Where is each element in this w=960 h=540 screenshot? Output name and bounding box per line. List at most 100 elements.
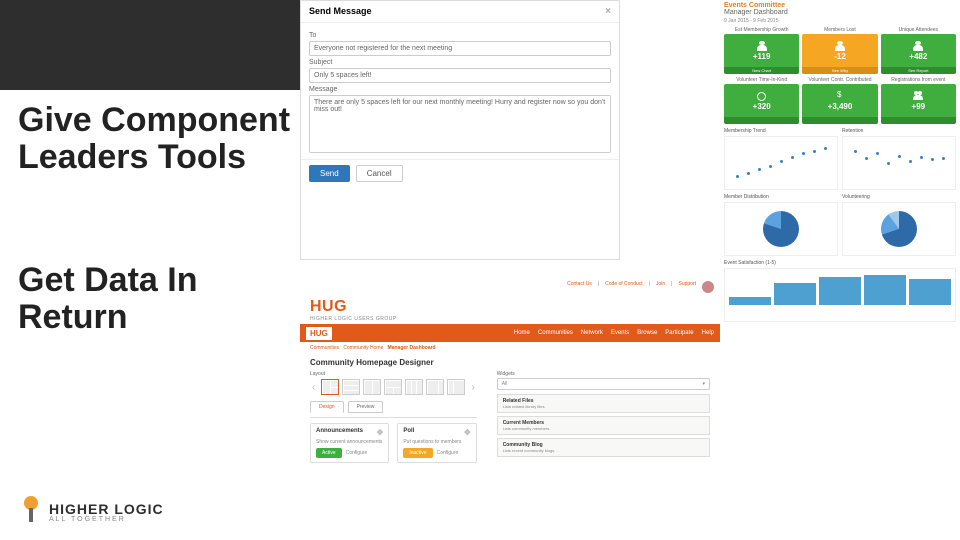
widget-poll[interactable]: Poll✥ Put questions to members Inactive … — [397, 423, 476, 463]
slide-heading-1: Give Component Leaders Tools — [18, 102, 300, 175]
pie-chart-member-dist — [724, 202, 838, 256]
stat-sublink[interactable] — [881, 117, 956, 124]
slide-accent-block — [0, 0, 300, 90]
nav-events[interactable]: Events — [611, 330, 629, 336]
send-button[interactable]: Send — [309, 165, 350, 182]
top-link-conduct[interactable]: Code of Conduct — [605, 281, 643, 293]
layout-option-5[interactable] — [405, 379, 423, 395]
hug-nav: HUG Home Communities Network Events Brow… — [300, 324, 720, 342]
logo-text-sub: ALL TOGETHER — [49, 516, 164, 523]
hug-logo: HUG HIGHER LOGIC USERS GROUP — [300, 296, 720, 324]
nav-browse[interactable]: Browse — [637, 330, 657, 336]
manager-dashboard: Events Committee Manager Dashboard 9 Jan… — [720, 0, 960, 390]
status-active-button[interactable]: Active — [316, 448, 342, 458]
stat-sublink[interactable]: See Why — [802, 67, 877, 74]
layout-thumbs — [321, 379, 465, 395]
layout-option-6[interactable] — [426, 379, 444, 395]
slide-heading-2: Get Data In Return — [18, 262, 300, 335]
layout-option-2[interactable] — [342, 379, 360, 395]
side-widget-current-members[interactable]: Current Members Lists community members. — [497, 416, 710, 435]
stat-value: -12 — [834, 52, 846, 61]
to-field[interactable]: Everyone not registered for the next mee… — [309, 41, 611, 56]
layout-option-4[interactable] — [384, 379, 402, 395]
breadcrumb: Communities Community Home Manager Dashb… — [300, 342, 720, 354]
tab-design[interactable]: Design — [310, 401, 344, 413]
nav-communities[interactable]: Communities — [538, 330, 573, 336]
message-field[interactable]: There are only 5 spaces left for our nex… — [309, 95, 611, 153]
layout-option-3[interactable] — [363, 379, 381, 395]
message-label: Message — [309, 86, 611, 93]
clock-icon — [757, 92, 766, 101]
cancel-button[interactable]: Cancel — [356, 165, 403, 182]
stat-card[interactable]: Volunteer Contr. Contributed +3,490 — [802, 77, 877, 124]
tab-preview[interactable]: Preview — [348, 401, 384, 413]
layout-option-1[interactable] — [321, 379, 339, 395]
dashboard-date-range: 9 Jan 2015 - 9 Feb 2015 — [724, 18, 956, 24]
stat-value: +3,490 — [828, 102, 853, 111]
top-link-support[interactable]: Support — [678, 281, 696, 293]
widget-announcements-title: Announcements — [316, 428, 363, 437]
to-label: To — [309, 32, 611, 39]
stat-label: Volunteer Time-In-Kind — [724, 77, 799, 83]
widgets-filter-value: All — [502, 381, 508, 387]
chevron-right-icon[interactable]: › — [469, 382, 476, 393]
stat-card[interactable]: Est Membership Growth +119 New Chart — [724, 27, 799, 74]
layout-option-7[interactable] — [447, 379, 465, 395]
status-inactive-button[interactable]: Inactive — [403, 448, 432, 458]
stat-sublink[interactable]: See Report — [881, 67, 956, 74]
close-icon[interactable]: × — [605, 6, 611, 17]
nav-home[interactable]: Home — [514, 330, 530, 336]
stat-card[interactable]: Members Lost -12 See Why — [802, 27, 877, 74]
widgets-label: Widgets — [497, 371, 710, 377]
top-link-join[interactable]: Join — [656, 281, 665, 293]
person-icon — [757, 41, 767, 51]
line-chart-1-title: Membership Trend — [724, 128, 838, 134]
widget-announcements-desc: Show current announcements — [316, 439, 383, 445]
stat-card[interactable]: Volunteer Time-In-Kind+320 — [724, 77, 799, 124]
configure-link[interactable]: Configure — [437, 450, 459, 456]
line-chart-retention — [842, 136, 956, 190]
pie-chart-volunteering — [842, 202, 956, 256]
line-chart-membership — [724, 136, 838, 190]
chevron-down-icon: ▾ — [702, 381, 705, 387]
widgets-filter-select[interactable]: All ▾ — [497, 378, 710, 390]
widget-announcements[interactable]: Announcements ✥ Show current announcement… — [310, 423, 389, 463]
top-link-contact[interactable]: Contact Us — [567, 281, 592, 293]
subject-field[interactable]: Only 5 spaces left! — [309, 68, 611, 83]
stat-value: +482 — [909, 52, 927, 61]
nav-brand[interactable]: HUG — [306, 327, 332, 340]
widget-poll-desc: Put questions to members — [403, 439, 470, 445]
dashboard-title: Events Committee — [724, 2, 956, 9]
stat-sublink[interactable]: New Chart — [724, 67, 799, 74]
side-widget-community-blog[interactable]: Community Blog Lists recent community bl… — [497, 438, 710, 457]
crumb-communities[interactable]: Communities — [310, 345, 339, 351]
nav-network[interactable]: Network — [581, 330, 603, 336]
modal-title: Send Message — [309, 6, 372, 17]
stat-sublink[interactable] — [802, 117, 877, 124]
stat-label: Members Lost — [802, 27, 877, 33]
stat-card[interactable]: Registrations from event+99 — [881, 77, 956, 124]
dashboard-subtitle: Manager Dashboard — [724, 9, 956, 16]
avatar[interactable] — [702, 281, 714, 293]
crumb-home[interactable]: Community Home — [343, 345, 383, 351]
hug-logo-text: HUG — [310, 298, 710, 316]
nav-help[interactable]: Help — [702, 330, 714, 336]
dollar-icon — [835, 91, 845, 101]
move-icon[interactable]: ✥ — [377, 428, 384, 437]
nav-participate[interactable]: Participate — [665, 330, 693, 336]
hug-top-links: Contact Us| Code of Conduct| Join| Suppo… — [300, 278, 720, 296]
stat-value: +119 — [753, 52, 771, 61]
crumb-dashboard[interactable]: Manager Dashboard — [388, 345, 436, 351]
stat-card[interactable]: Unique Attendees +482 See Report — [881, 27, 956, 74]
stat-sublink[interactable] — [724, 117, 799, 124]
side-widget-related-files[interactable]: Related Files Lists related library file… — [497, 394, 710, 413]
chevron-left-icon[interactable]: ‹ — [310, 382, 317, 393]
stat-label: Unique Attendees — [881, 27, 956, 33]
pie-chart-1-title: Member Distribution — [724, 194, 838, 200]
move-icon[interactable]: ✥ — [464, 428, 471, 437]
subject-label: Subject — [309, 59, 611, 66]
stat-label: Volunteer Contr. Contributed — [802, 77, 877, 83]
configure-link[interactable]: Configure — [346, 450, 368, 456]
pie-chart-2-title: Volunteering — [842, 194, 956, 200]
stat-label: Est Membership Growth — [724, 27, 799, 33]
